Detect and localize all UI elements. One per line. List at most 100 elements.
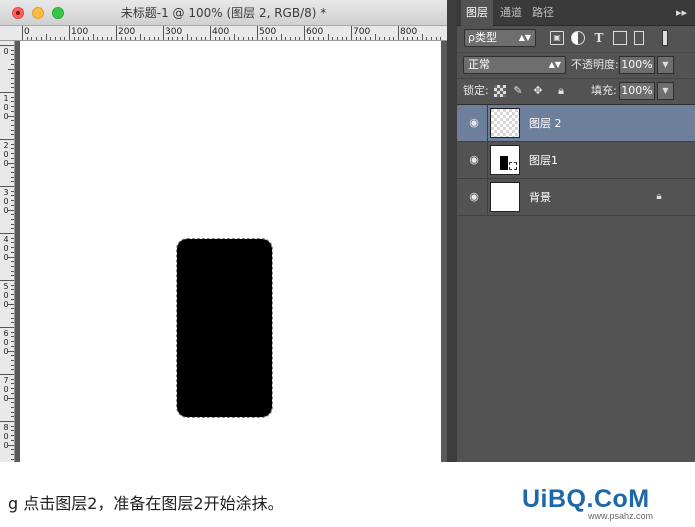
visibility-eye-icon[interactable]: ◉ — [465, 116, 483, 130]
ruler-minor-tick — [275, 37, 277, 40]
site-watermark-url: www.psahz.com — [588, 511, 654, 521]
ruler-minor-tick — [11, 430, 14, 432]
visibility-eye-icon[interactable]: ◉ — [465, 153, 483, 167]
ruler-label: 400 — [3, 235, 9, 262]
ruler-minor-tick — [11, 331, 14, 333]
layer-row-layer1[interactable]: ◉ 图层1 — [457, 142, 695, 179]
ruler-minor-tick — [11, 317, 14, 319]
layer-divider — [487, 142, 488, 179]
ruler-label: 300 — [165, 27, 183, 37]
adjustment-layer-filter-icon[interactable] — [571, 31, 585, 45]
ruler-major-tick — [116, 26, 117, 40]
ruler-minor-tick — [11, 312, 14, 314]
ruler-major-tick — [304, 26, 305, 40]
pixel-layer-filter-icon[interactable]: ▣ — [550, 31, 564, 45]
ruler-minor-tick — [289, 37, 291, 40]
tutorial-caption: g 点击图层2，准备在图层2开始涂抹。 — [8, 494, 284, 513]
ruler-minor-tick — [11, 49, 14, 51]
ruler-minor-tick — [125, 37, 127, 40]
visibility-eye-icon[interactable]: ◉ — [465, 190, 483, 204]
opacity-input[interactable]: 100% — [619, 56, 655, 74]
tab-paths[interactable]: 路径 — [527, 0, 559, 26]
ruler-minor-tick — [120, 37, 122, 40]
lock-all-icon[interactable]: 🔒︎ — [555, 85, 567, 97]
layer-row-background[interactable]: ◉ 背景 🔒︎ — [457, 179, 695, 216]
ruler-minor-tick — [11, 124, 14, 126]
ruler-major-tick — [0, 45, 14, 46]
ruler-major-tick — [0, 233, 14, 234]
ruler-minor-tick — [11, 143, 14, 145]
layer-row-layer2[interactable]: ◉ 图层 2 — [457, 105, 695, 142]
shape-layer-filter-icon[interactable] — [613, 31, 627, 45]
ruler-minor-tick — [205, 37, 207, 40]
ruler-minor-tick — [407, 37, 409, 40]
ruler-major-tick — [351, 26, 352, 40]
panel-menu-button[interactable]: ▸▸ — [676, 0, 687, 26]
ruler-minor-tick — [172, 37, 174, 40]
ruler-minor-tick — [64, 37, 66, 40]
ruler-minor-tick — [101, 37, 103, 40]
opacity-dropdown-button[interactable]: ▼ — [657, 56, 674, 74]
ruler-minor-tick — [11, 322, 14, 324]
title-bar: 未标题-1 @ 100% (图层 2, RGB/8) * — [0, 0, 447, 26]
ruler-minor-tick — [11, 406, 14, 408]
ruler-minor-tick — [242, 37, 244, 40]
ruler-minor-tick — [8, 68, 14, 70]
ruler-minor-tick — [87, 37, 89, 40]
ruler-minor-tick — [11, 402, 14, 404]
type-layer-filter-icon[interactable]: T — [592, 31, 606, 45]
ruler-minor-tick — [322, 37, 324, 40]
horizontal-ruler[interactable]: 0 100 200 300 400 500 600 700 800 — [0, 26, 447, 41]
ruler-minor-tick — [177, 37, 179, 40]
ruler-minor-tick — [421, 34, 423, 40]
ruler-minor-tick — [11, 171, 14, 173]
ruler-minor-tick — [11, 355, 14, 357]
ruler-minor-tick — [11, 388, 14, 390]
ruler-minor-tick — [247, 37, 249, 40]
smart-object-filter-icon[interactable] — [634, 31, 644, 45]
ruler-label: 500 — [259, 27, 277, 37]
ruler-minor-tick — [11, 96, 14, 98]
fill-dropdown-button[interactable]: ▼ — [657, 82, 674, 100]
layer-filter-select[interactable]: ρ类型 ▲▼ — [464, 29, 536, 47]
ruler-minor-tick — [8, 115, 14, 117]
blend-mode-select[interactable]: 正常 ▲▼ — [463, 56, 566, 74]
lock-image-pixels-icon[interactable]: ✎ — [512, 85, 524, 97]
ruler-minor-tick — [11, 383, 14, 385]
ruler-minor-tick — [313, 37, 315, 40]
ruler-label: 600 — [306, 27, 324, 37]
filter-toggle-switch[interactable] — [662, 30, 668, 46]
ruler-minor-tick — [11, 289, 14, 291]
ruler-minor-tick — [111, 37, 113, 40]
ruler-minor-tick — [393, 37, 395, 40]
ruler-minor-tick — [11, 87, 14, 89]
lock-transparent-pixels-icon[interactable] — [494, 85, 506, 97]
tab-layers[interactable]: 图层 — [461, 0, 493, 26]
ruler-label: 500 — [3, 282, 9, 309]
ruler-minor-tick — [92, 34, 94, 40]
ruler-label: 300 — [3, 188, 9, 215]
panel-collapse-strip[interactable] — [447, 0, 457, 462]
black-rounded-rectangle-selection[interactable] — [176, 238, 273, 418]
ruler-minor-tick — [11, 345, 14, 347]
canvas[interactable] — [20, 41, 441, 462]
ruler-minor-tick — [435, 37, 437, 40]
ruler-minor-tick — [11, 129, 14, 131]
vertical-ruler[interactable]: 0 100 200 300 400 500 600 700 800 — [0, 41, 15, 462]
fill-input[interactable]: 100% — [619, 82, 655, 100]
ruler-minor-tick — [97, 37, 99, 40]
ruler-minor-tick — [11, 458, 14, 460]
layers-list: ◉ 图层 2 ◉ 图层1 ◉ 背景 🔒︎ — [457, 104, 695, 462]
lock-position-icon[interactable]: ✥ — [532, 85, 544, 97]
ruler-major-tick — [22, 26, 23, 40]
ruler-minor-tick — [8, 303, 14, 305]
document-window: 未标题-1 @ 100% (图层 2, RGB/8) * 0 100 200 300 4… — [0, 0, 447, 462]
ruler-minor-tick — [440, 37, 442, 40]
ruler-minor-tick — [11, 449, 14, 451]
ruler-minor-tick — [402, 37, 404, 40]
lock-row: 锁定: ✎ ✥ 🔒︎ 填充: 100% ▼ — [457, 78, 695, 102]
ruler-label: 200 — [3, 141, 9, 168]
ruler-minor-tick — [11, 167, 14, 169]
layer-thumbnail — [490, 182, 520, 212]
tab-channels[interactable]: 通道 — [495, 0, 527, 26]
